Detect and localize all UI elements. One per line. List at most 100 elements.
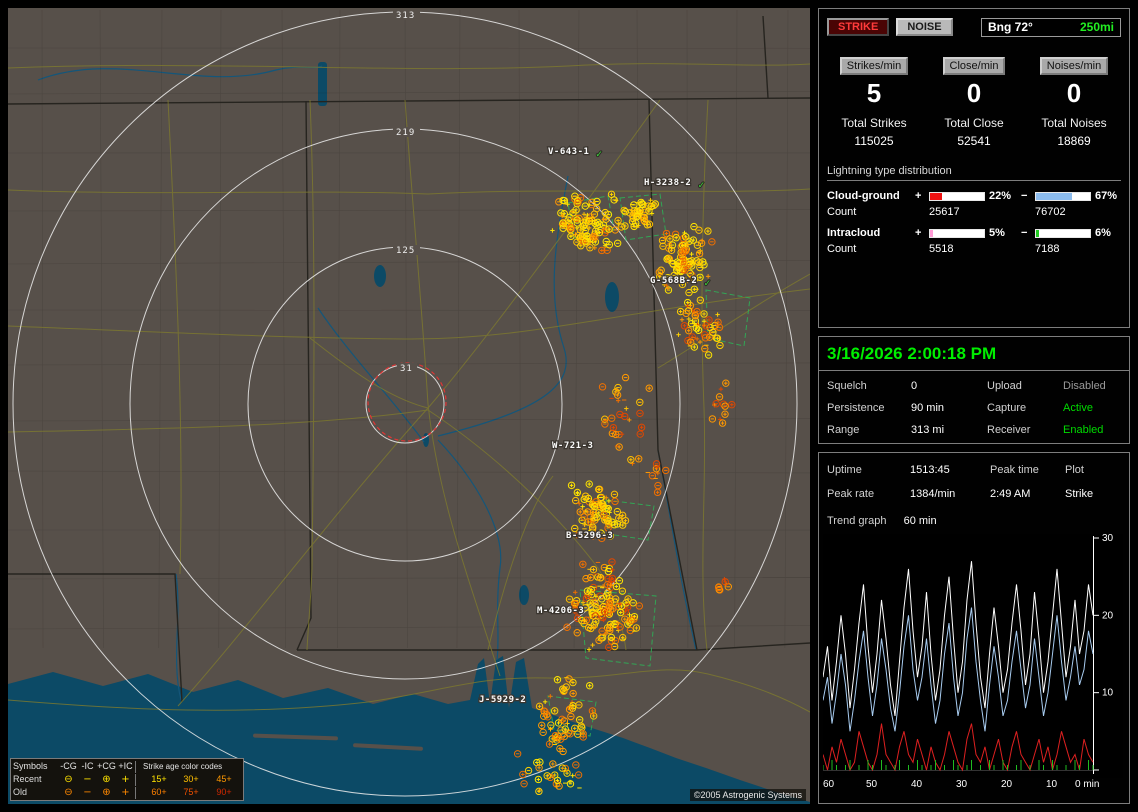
- trend-x-label: 40: [911, 779, 922, 790]
- legend-strike-symbol: ⊖: [59, 773, 78, 786]
- minus-percent: 67%: [1091, 190, 1125, 202]
- distribution-title: Lightning type distribution: [827, 165, 1121, 177]
- status-cell: Strike: [1065, 488, 1121, 500]
- legend-age-code: 15+: [143, 773, 175, 786]
- nexstorm-window: 31321912531 V-643-1✓H-3238-2✓G-568B-2✓W-…: [0, 0, 1138, 812]
- storm-cell-label: G-568B-2: [650, 276, 697, 286]
- setting-label: Receiver: [987, 424, 1063, 436]
- range-ring-label: 313: [396, 11, 415, 21]
- range-ring-label: 31: [400, 364, 413, 374]
- legend-col-header: +IC: [116, 760, 135, 773]
- storm-cell-check-icon: ✓: [595, 150, 603, 160]
- minus-sign: −: [1021, 190, 1035, 202]
- trend-x-label: 50: [866, 779, 877, 790]
- total-label: Total Strikes: [827, 116, 921, 130]
- legend-age-code: 75+: [175, 786, 207, 799]
- setting-value: 0: [911, 380, 987, 392]
- minus-count: 7188: [1035, 243, 1125, 255]
- total-label: Total Noises: [1027, 116, 1121, 130]
- status-cell: Peak rate: [827, 488, 910, 500]
- minus-count: 76702: [1035, 206, 1125, 218]
- trend-x-label: 0 min: [1075, 779, 1099, 790]
- rate-value: 5: [827, 78, 921, 109]
- status-cell: Uptime: [827, 464, 910, 476]
- rate-card: Strikes/min5Total Strikes115025: [827, 56, 921, 148]
- rate-cards: Strikes/min5Total Strikes115025Close/min…: [827, 56, 1121, 148]
- noise-mode-button[interactable]: NOISE: [896, 18, 952, 36]
- bearing-value: Bng 72°: [988, 20, 1033, 34]
- legend-strike-symbol: ⊕: [97, 786, 116, 799]
- total-value: 52541: [927, 134, 1021, 148]
- divider: [827, 180, 1121, 181]
- status-cell: 1384/min: [910, 488, 990, 500]
- cursor-range-value: 250mi: [1080, 20, 1114, 34]
- status-cell: 1513:45: [910, 464, 990, 476]
- distribution-bar: [929, 229, 985, 238]
- plus-count: 5518: [929, 243, 1021, 255]
- storm-cell-check-icon: ✓: [698, 181, 706, 191]
- legend-strike-symbol: −: [78, 773, 97, 786]
- setting-label: Persistence: [827, 402, 911, 414]
- trend-chart: 102030: [823, 534, 1123, 778]
- trend-x-label: 60: [823, 779, 834, 790]
- setting-status: Enabled: [1063, 424, 1121, 436]
- setting-label: Upload: [987, 380, 1063, 392]
- total-value: 18869: [1027, 134, 1121, 148]
- setting-value: 90 min: [911, 402, 987, 414]
- distribution-bar: [1035, 229, 1091, 238]
- settings-grid: Squelch0UploadDisabled Persistence90 minC…: [819, 371, 1129, 436]
- setting-status: Active: [1063, 402, 1121, 414]
- storm-cell-label: H-3238-2: [644, 178, 691, 188]
- legend-strike-symbol: +: [116, 786, 135, 799]
- storm-cell-check-icon: ✓: [704, 279, 712, 289]
- storm-cell-label: B-5296-3: [566, 531, 613, 541]
- status-grid: Uptime1513:45Peak timePlot Peak rate1384/…: [819, 461, 1129, 500]
- storm-cell-label: W-721-3: [552, 441, 593, 451]
- trend-y-label: 20: [1102, 610, 1114, 621]
- status-cell: Peak time: [990, 464, 1065, 476]
- trend-y-label: 10: [1102, 688, 1114, 699]
- total-label: Total Close: [927, 116, 1021, 130]
- rate-value: 0: [927, 78, 1021, 109]
- setting-label: Capture: [987, 402, 1063, 414]
- trend-graph-label: Trend graph: [827, 515, 887, 527]
- minus-percent: 6%: [1091, 227, 1125, 239]
- clock-panel: 3/16/2026 2:00:18 PM Squelch0UploadDisab…: [818, 336, 1130, 444]
- legend-strike-symbol: −: [78, 786, 97, 799]
- rate-button-2[interactable]: Noises/min: [1040, 57, 1108, 75]
- setting-label: Squelch: [827, 380, 911, 392]
- count-label: Count: [827, 243, 915, 255]
- legend-col-header: -IC: [78, 760, 97, 773]
- status-cell: Plot: [1065, 464, 1121, 476]
- range-ring-label: 125: [396, 246, 415, 256]
- legend-strike-symbol: ⊕: [97, 773, 116, 786]
- setting-status: Disabled: [1063, 380, 1121, 392]
- rate-button-0[interactable]: Strikes/min: [840, 57, 908, 75]
- legend-strike-symbol: ⊖: [59, 786, 78, 799]
- date-time-display: 3/16/2026 2:00:18 PM: [819, 341, 1129, 367]
- strike-mode-button[interactable]: STRIKE: [827, 18, 889, 36]
- legend-row-label: Old: [13, 786, 59, 799]
- setting-label: Range: [827, 424, 911, 436]
- storm-cell-label: J-5929-2: [479, 695, 526, 705]
- legend-col-header: +CG: [97, 760, 116, 773]
- trend-x-axis-labels: 6050403020100 min: [823, 779, 1129, 793]
- legend-col-header: -CG: [59, 760, 78, 773]
- map-legend: Symbols-CG-IC+CG+ICStrike age color code…: [10, 758, 244, 801]
- legend-age-code: 90+: [207, 786, 241, 799]
- trend-x-label: 20: [1001, 779, 1012, 790]
- copyright-notice: ©2005 Astrogenic Systems: [690, 789, 806, 801]
- storm-cell-label: V-643-1: [548, 147, 589, 157]
- legend-symbols-header: Symbols: [13, 760, 59, 773]
- legend-row-label: Recent: [13, 773, 59, 786]
- control-panel: STRIKE NOISE Bng 72° 250mi Strikes/min5T…: [818, 8, 1130, 812]
- legend-age-code: 45+: [207, 773, 241, 786]
- plus-count: 25617: [929, 206, 1021, 218]
- legend-text: [135, 774, 143, 786]
- plus-sign: +: [915, 227, 929, 239]
- rate-button-1[interactable]: Close/min: [943, 57, 1006, 75]
- legend-strike-symbol: +: [116, 773, 135, 786]
- lightning-map[interactable]: 31321912531 V-643-1✓H-3238-2✓G-568B-2✓W-…: [8, 8, 810, 804]
- distribution-type-label: Intracloud: [827, 227, 915, 239]
- legend-age-code: 30+: [175, 773, 207, 786]
